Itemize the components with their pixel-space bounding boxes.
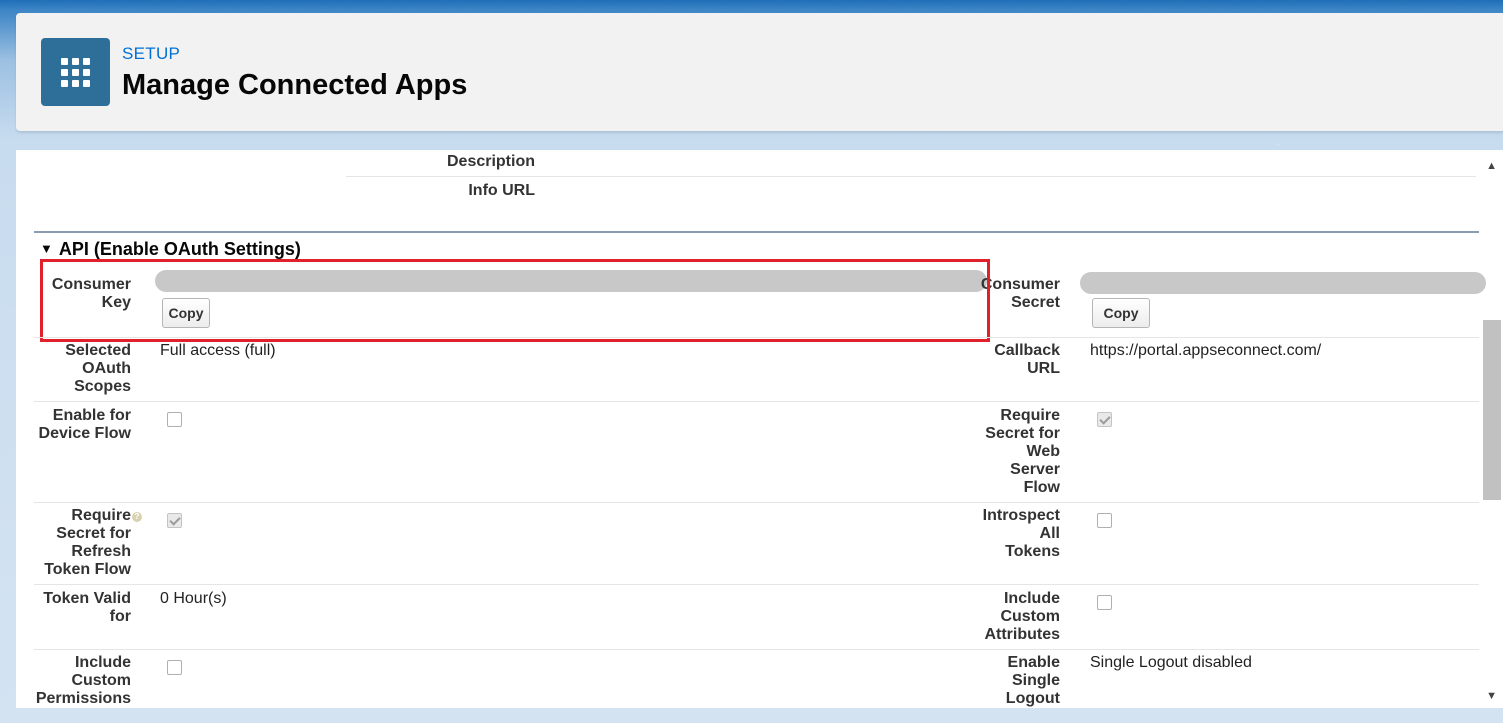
callback-url-value: https://portal.appseconnect.com/ <box>1090 342 1322 359</box>
secret-web-server-label: Require Secret for Web Server Flow <box>985 407 1060 496</box>
row-divider <box>34 584 1479 585</box>
info-url-label: Info URL <box>468 182 535 199</box>
scroll-down-arrow-icon[interactable]: ▼ <box>1486 690 1497 702</box>
scrollbar-thumb[interactable] <box>1483 320 1501 500</box>
single-logout-value: Single Logout disabled <box>1090 654 1252 671</box>
section-divider <box>34 231 1479 233</box>
secret-web-server-checkbox <box>1097 412 1112 427</box>
introspect-tokens-label: Introspect All Tokens <box>982 507 1060 560</box>
custom-attributes-checkbox <box>1097 595 1112 610</box>
page-header: SETUP Manage Connected Apps <box>16 13 1503 131</box>
page-title: Manage Connected Apps <box>122 69 468 101</box>
consumer-secret-value-redacted <box>1080 272 1486 294</box>
introspect-tokens-checkbox <box>1097 513 1112 528</box>
row-divider <box>34 649 1479 650</box>
oauth-scopes-label: Selected OAuth Scopes <box>65 342 131 395</box>
app-grid-icon <box>41 38 110 106</box>
row-divider <box>34 502 1479 503</box>
secret-refresh-checkbox <box>167 513 182 528</box>
consumer-secret-label: Consumer Secret <box>980 276 1060 311</box>
callback-url-label: Callback URL <box>994 342 1060 377</box>
section-title: API (Enable OAuth Settings) <box>58 239 301 259</box>
token-valid-value: 0 Hour(s) <box>160 590 227 607</box>
custom-permissions-checkbox <box>167 660 182 675</box>
custom-attributes-label: Include Custom Attributes <box>984 590 1060 643</box>
section-header[interactable]: ▼ API (Enable OAuth Settings) <box>40 239 301 260</box>
scroll-up-arrow-icon[interactable]: ▲ <box>1486 160 1497 172</box>
device-flow-label: Enable for Device Flow <box>38 407 131 442</box>
token-valid-label: Token Valid for <box>43 590 131 625</box>
copy-consumer-secret-button[interactable]: Copy <box>1092 298 1150 328</box>
single-logout-label: Enable Single Logout <box>1005 654 1060 707</box>
triangle-down-icon[interactable]: ▼ <box>40 241 53 256</box>
breadcrumb: SETUP <box>122 44 181 63</box>
custom-permissions-label: Include Custom Permissions <box>35 654 131 707</box>
help-icon[interactable]: ? <box>132 512 142 522</box>
divider <box>346 176 1476 177</box>
detail-panel: ▲ ▼ Description Info URL ▼ API (Enable OA… <box>16 150 1503 708</box>
oauth-scopes-value: Full access (full) <box>160 342 276 359</box>
device-flow-checkbox <box>167 412 182 427</box>
description-label: Description <box>446 153 535 170</box>
consumer-key-highlight <box>40 259 990 342</box>
row-divider <box>34 401 1479 402</box>
row-divider <box>34 337 1479 338</box>
secret-refresh-label: Require Secret for Refresh Token Flow <box>44 507 131 578</box>
